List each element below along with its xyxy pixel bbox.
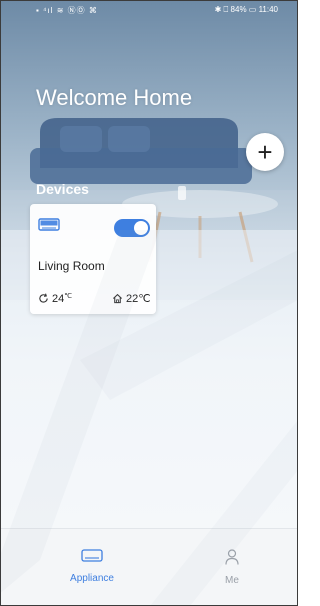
bottom-navigation: Appliance Me — [0, 528, 298, 606]
outdoor-temperature: 22℃ — [112, 292, 151, 305]
devices-section-title: Devices — [36, 181, 89, 197]
device-card-living-room[interactable]: Living Room 24℃ 22℃ — [30, 204, 156, 314]
toggle-knob — [134, 221, 148, 235]
nav-label-appliance: Appliance — [70, 573, 114, 584]
device-name: Living Room — [38, 259, 105, 273]
appliance-icon — [81, 549, 103, 562]
home-icon — [112, 293, 123, 304]
person-icon — [225, 549, 239, 565]
add-device-button[interactable]: + — [246, 133, 284, 171]
nav-label-me: Me — [225, 575, 239, 586]
air-conditioner-icon — [38, 218, 60, 231]
outdoor-temp-value: 22℃ — [126, 293, 151, 305]
status-bar: ▪ ⁴ıl ≋ ⓃⓄ ⌘ ✱ ⎕ 84% ▭ 11:40 — [0, 0, 298, 20]
app-screen: ▪ ⁴ıl ≋ ⓃⓄ ⌘ ✱ ⎕ 84% ▭ 11:40 Welcome Hom… — [0, 0, 298, 606]
indoor-temp-value: 24 — [52, 293, 65, 305]
indoor-temp-unit: ℃ — [64, 293, 73, 300]
nav-item-me[interactable]: Me — [192, 549, 272, 586]
refresh-cycle-icon — [39, 293, 48, 303]
indoor-temperature: 24℃ — [38, 292, 72, 305]
plus-icon: + — [257, 137, 273, 167]
page-title: Welcome Home — [36, 85, 193, 110]
power-toggle[interactable] — [114, 219, 150, 237]
status-icons-left: ▪ ⁴ıl ≋ ⓃⓄ ⌘ — [36, 6, 98, 15]
nav-item-appliance[interactable]: Appliance — [52, 549, 132, 584]
status-info-right: ✱ ⎕ 84% ▭ 11:40 — [214, 5, 278, 14]
